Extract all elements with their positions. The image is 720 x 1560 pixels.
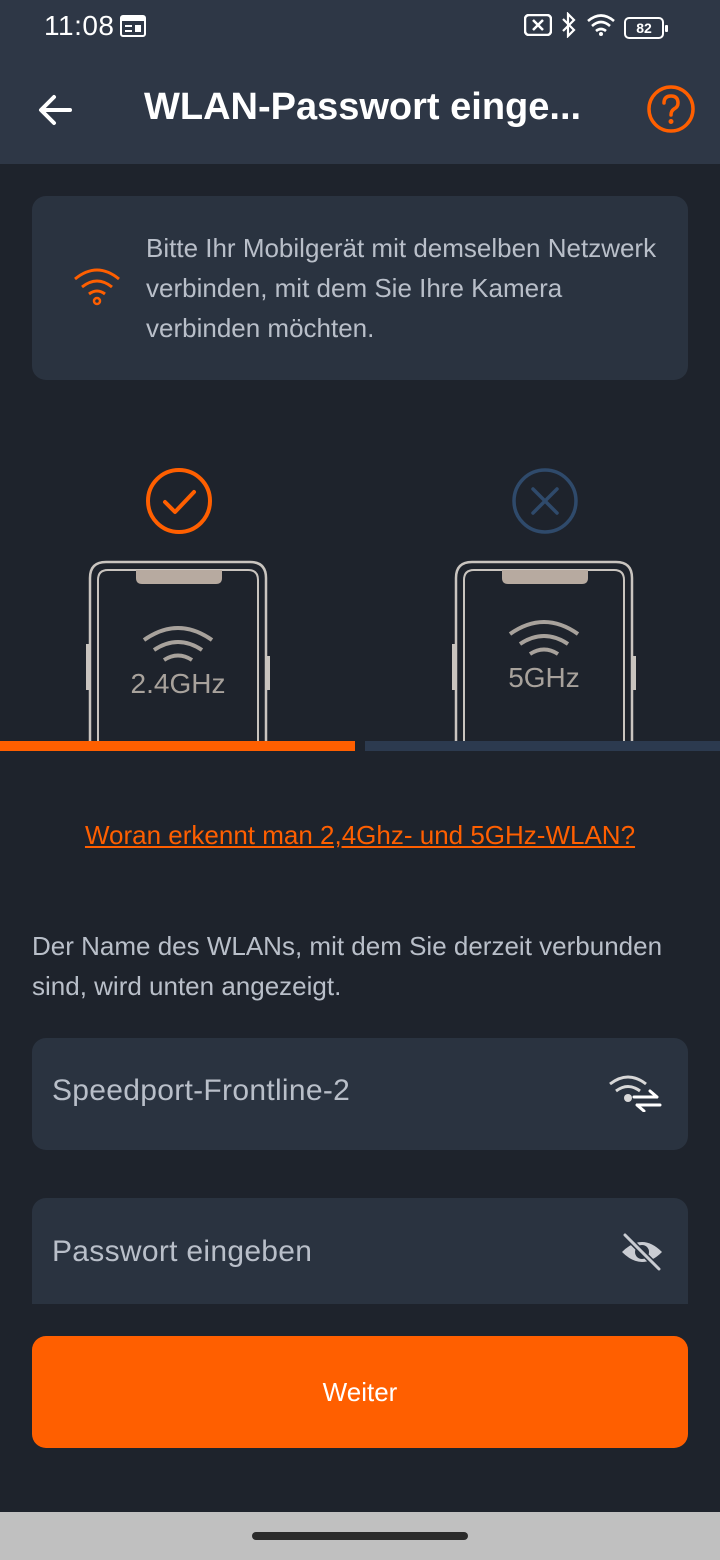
bluetooth-icon — [560, 11, 578, 43]
app-bar: WLAN-Passwort einge... — [0, 56, 720, 164]
band-label-2-4ghz: 2.4GHz — [130, 668, 226, 699]
sim-off-icon — [523, 13, 553, 41]
ssid-value: Speedport-Frontline-2 — [52, 1074, 351, 1107]
band-option-5ghz[interactable]: 5GHz — [360, 460, 720, 760]
ssid-description: Der Name des WLANs, mit dem Sie derzeit … — [32, 931, 663, 1001]
arrow-left-icon — [39, 95, 72, 125]
wifi-status-icon — [586, 13, 616, 42]
navigation-bar — [0, 1512, 720, 1560]
battery-indicator: 82 — [624, 16, 668, 39]
password-field[interactable] — [32, 1198, 688, 1304]
check-circle-icon — [144, 466, 214, 536]
home-indicator[interactable] — [252, 1532, 468, 1540]
info-text: Bitte Ihr Mobilgerät mit demselben Netzw… — [146, 233, 657, 343]
band-label-5ghz: 5GHz — [508, 662, 580, 693]
ssid-field[interactable]: Speedport-Frontline-2 — [32, 1038, 688, 1150]
back-button[interactable] — [32, 86, 80, 134]
status-icons: 82 — [523, 11, 668, 43]
status-bar: 11:08 82 — [0, 0, 720, 56]
help-button[interactable] — [646, 84, 696, 134]
band-indicator-selected — [0, 741, 355, 751]
info-card: Bitte Ihr Mobilgerät mit demselben Netzw… — [32, 196, 688, 380]
phone-illustration — [452, 558, 636, 742]
eye-off-icon[interactable] — [620, 1232, 664, 1277]
next-button[interactable]: Weiter — [32, 1336, 688, 1448]
page-title: WLAN-Passwort einge... — [144, 86, 582, 128]
x-circle-icon — [510, 466, 580, 536]
phone-illustration — [86, 558, 270, 742]
calendar-notification-icon — [120, 14, 146, 43]
band-help-link[interactable]: Woran erkennt man 2,4Ghz- und 5GHz-WLAN? — [0, 820, 720, 851]
wifi-icon — [72, 266, 122, 311]
wifi-switch-icon[interactable] — [608, 1072, 664, 1117]
band-indicator-unselected — [365, 741, 720, 751]
question-circle-icon — [647, 85, 695, 133]
password-input[interactable] — [52, 1228, 592, 1276]
status-time: 11:08 — [44, 10, 115, 41]
band-option-2-4ghz[interactable]: 2.4GHz — [0, 460, 360, 760]
